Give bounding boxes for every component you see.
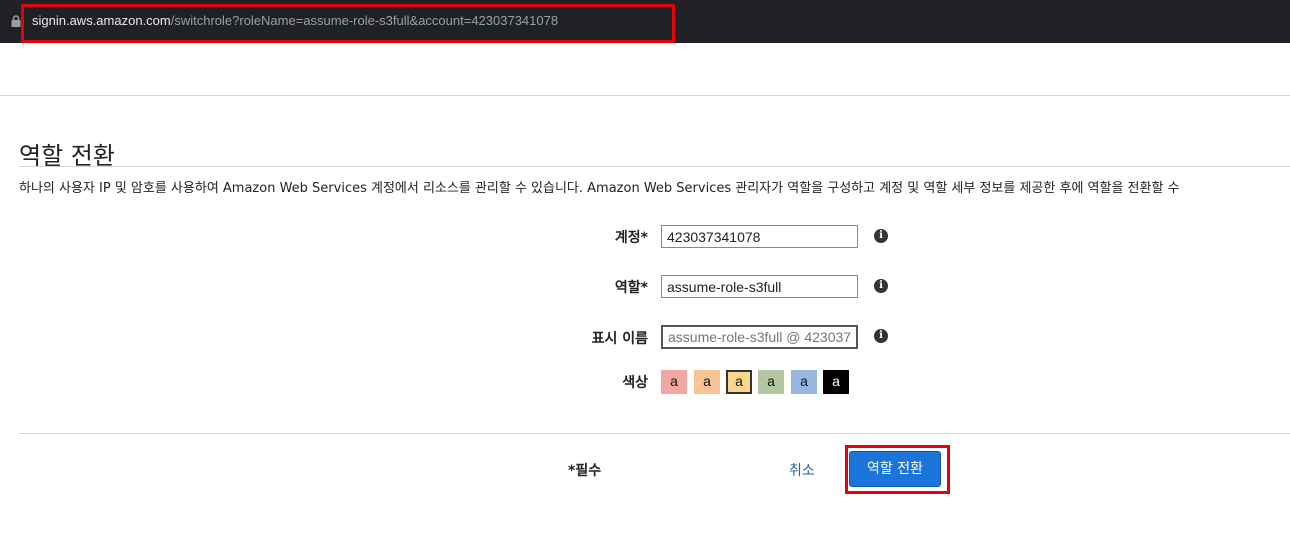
color-swatch-orange[interactable]: a: [694, 370, 720, 394]
browser-address-bar: signin.aws.amazon.com/switchrole?roleNam…: [0, 0, 1290, 43]
url-highlight-box: [21, 4, 675, 43]
color-label: 색상: [622, 375, 648, 391]
color-swatch-red[interactable]: a: [661, 370, 687, 394]
account-info-icon[interactable]: i: [874, 229, 888, 243]
display-name-info-icon[interactable]: i: [874, 329, 888, 343]
display-name-field[interactable]: [661, 325, 858, 349]
account-label: 계정*: [614, 230, 648, 246]
cancel-link[interactable]: 취소: [789, 460, 815, 480]
color-swatch-blue[interactable]: a: [791, 370, 817, 394]
required-note: *필수: [568, 463, 602, 479]
color-swatch-yellow[interactable]: a: [726, 370, 752, 394]
color-swatch-green[interactable]: a: [758, 370, 784, 394]
color-swatch-black[interactable]: a: [823, 370, 849, 394]
lock-icon: [11, 15, 21, 27]
title-divider: [19, 166, 1290, 167]
account-field[interactable]: [661, 225, 858, 248]
page-description: 하나의 사용자 IP 및 암호를 사용하여 Amazon Web Service…: [19, 181, 1180, 196]
role-label: 역할*: [614, 280, 648, 296]
role-field[interactable]: [661, 275, 858, 298]
role-info-icon[interactable]: i: [874, 279, 888, 293]
button-highlight-box: [845, 445, 950, 494]
top-divider: [0, 95, 1290, 96]
form-divider: [19, 433, 1290, 434]
display-name-label: 표시 이름: [591, 331, 648, 347]
